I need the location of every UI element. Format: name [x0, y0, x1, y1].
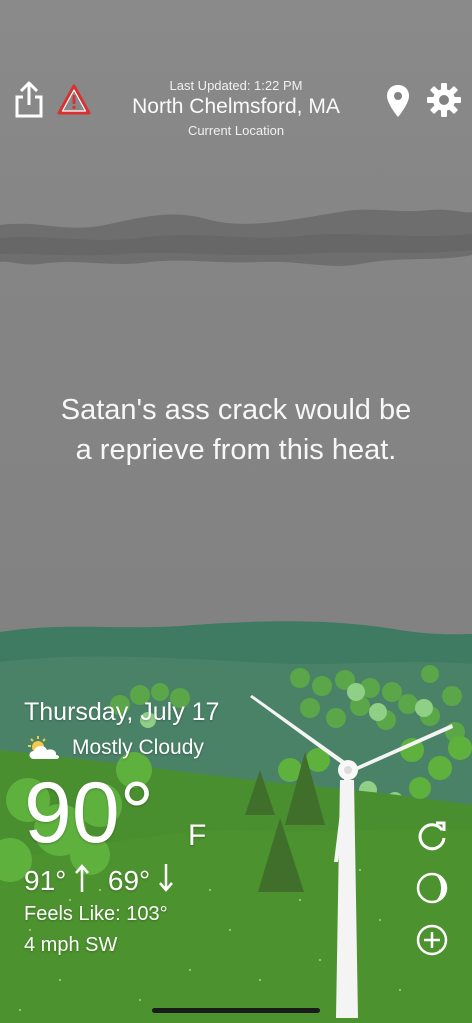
location-name: North Chelmsford, MA: [132, 95, 340, 118]
refresh-button[interactable]: [414, 818, 450, 854]
share-icon: [15, 81, 43, 118]
weather-summary: Thursday, July 17 Mostly Cloudy 90° F 91…: [24, 698, 264, 957]
location-pin-icon: [387, 85, 409, 117]
current-temperature: 90°: [24, 765, 155, 861]
location-button[interactable]: [382, 82, 414, 120]
quote-line-1: Satan's ass crack would be: [60, 394, 412, 426]
wind-speed: 4 mph SW: [24, 934, 118, 956]
high-low-row: 91° 69°: [24, 863, 264, 897]
arrow-down-icon: [159, 864, 173, 892]
condition-label: Mostly Cloudy: [72, 736, 204, 759]
location-subtitle: Current Location: [187, 123, 285, 138]
home-indicator[interactable]: [152, 1008, 320, 1013]
gear-icon: [427, 83, 461, 117]
settings-button[interactable]: [426, 82, 462, 118]
high-temp: 91°: [24, 865, 67, 896]
feels-like: Feels Like: 103°: [24, 903, 168, 925]
cloud-band: [0, 209, 472, 266]
refresh-icon: [418, 821, 446, 851]
forecast-date: Thursday, July 17: [24, 698, 220, 726]
temperature-unit: F: [188, 819, 207, 852]
partly-cloudy-icon: [28, 736, 59, 759]
plus-circle-icon: [416, 924, 448, 956]
add-location-button[interactable]: [414, 922, 450, 958]
header-location[interactable]: Last Updated: 1:22 PM North Chelmsford, …: [86, 78, 386, 138]
moon-phase-icon: [416, 872, 448, 904]
weather-quote: Satan's ass crack would be a reprieve fr…: [20, 390, 452, 470]
arrow-up-icon: [75, 864, 90, 892]
share-button[interactable]: [12, 80, 46, 120]
quote-line-2: a reprieve from this heat.: [75, 434, 397, 466]
moon-phase-button[interactable]: [414, 870, 450, 906]
low-temp: 69°: [107, 865, 151, 896]
last-updated-label: Last Updated: 1:22 PM: [169, 78, 303, 93]
